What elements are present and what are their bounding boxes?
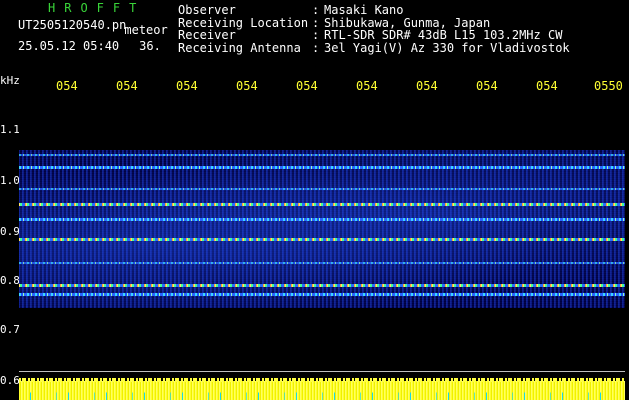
y-tick-label: 0.8 (0, 274, 20, 287)
baseline-gridline (19, 371, 625, 372)
signal-band (19, 218, 625, 221)
y-tick-label: 0.6 (0, 374, 20, 387)
info-value: RTL-SDR SDR# 43dB L15 103.2MHz CW (324, 28, 563, 42)
signal-band (19, 284, 625, 287)
datetime-line: 25.05.12 05:40 36. (18, 39, 161, 53)
signal-band (19, 166, 625, 169)
spectrogram-waterfall (19, 150, 625, 308)
x-tick-label: 054 (356, 79, 378, 93)
y-tick-label: 1.1 (0, 123, 20, 136)
y-tick-label: 0.9 (0, 225, 20, 238)
x-tick-label: 054 (296, 79, 318, 93)
y-axis-unit: kHz (0, 74, 20, 87)
info-key: Observer (178, 3, 236, 17)
power-trace (19, 378, 625, 400)
info-value: 3el Yagi(V) Az 330 for Vladivostok (324, 40, 570, 55)
y-tick-label: 0.7 (0, 323, 20, 336)
x-tick-label: 054 (236, 79, 258, 93)
signal-band (19, 293, 625, 296)
filename-line: UT2505120540.pnmeteor (18, 18, 168, 37)
x-tick-label: 054 (176, 79, 198, 93)
x-tick-label: 054 (56, 79, 78, 93)
info-key: Receiver (178, 28, 236, 42)
info-key: Receiving Antenna (178, 40, 301, 55)
power-trace-blips (19, 381, 625, 400)
info-sep: : (312, 40, 320, 55)
y-tick-label: 1.0 (0, 174, 20, 187)
info-sep: : (312, 3, 320, 17)
signal-band (19, 238, 625, 241)
x-tick-label: 054 (536, 79, 558, 93)
info-row-observer: Observer: Masaki Kano (178, 4, 570, 17)
info-row-receiver: Receiver: RTL-SDR SDR# 43dB L15 103.2MHz … (178, 29, 570, 42)
x-tick-label: 0550 (594, 79, 623, 93)
app-brand-title: HROFFT (48, 1, 146, 15)
filename: UT2505120540.pn (18, 18, 127, 32)
signal-band (19, 188, 625, 190)
signal-band (19, 154, 625, 156)
x-tick-label: 054 (116, 79, 138, 93)
meteor-count: 36. (139, 39, 161, 53)
x-tick-label: 054 (416, 79, 438, 93)
info-row-antenna: Receiving Antenna:3el Yagi(V) Az 330 for… (178, 40, 570, 55)
date-time: 25.05.12 05:40 (18, 39, 120, 53)
meteor-label: meteor (124, 23, 168, 37)
info-sep: : (312, 28, 320, 42)
signal-band (19, 262, 625, 264)
signal-band (19, 203, 625, 206)
x-tick-label: 054 (476, 79, 498, 93)
info-value: Masaki Kano (324, 3, 404, 17)
station-info-panel: Observer: Masaki Kano Receiving Location:… (178, 4, 570, 54)
